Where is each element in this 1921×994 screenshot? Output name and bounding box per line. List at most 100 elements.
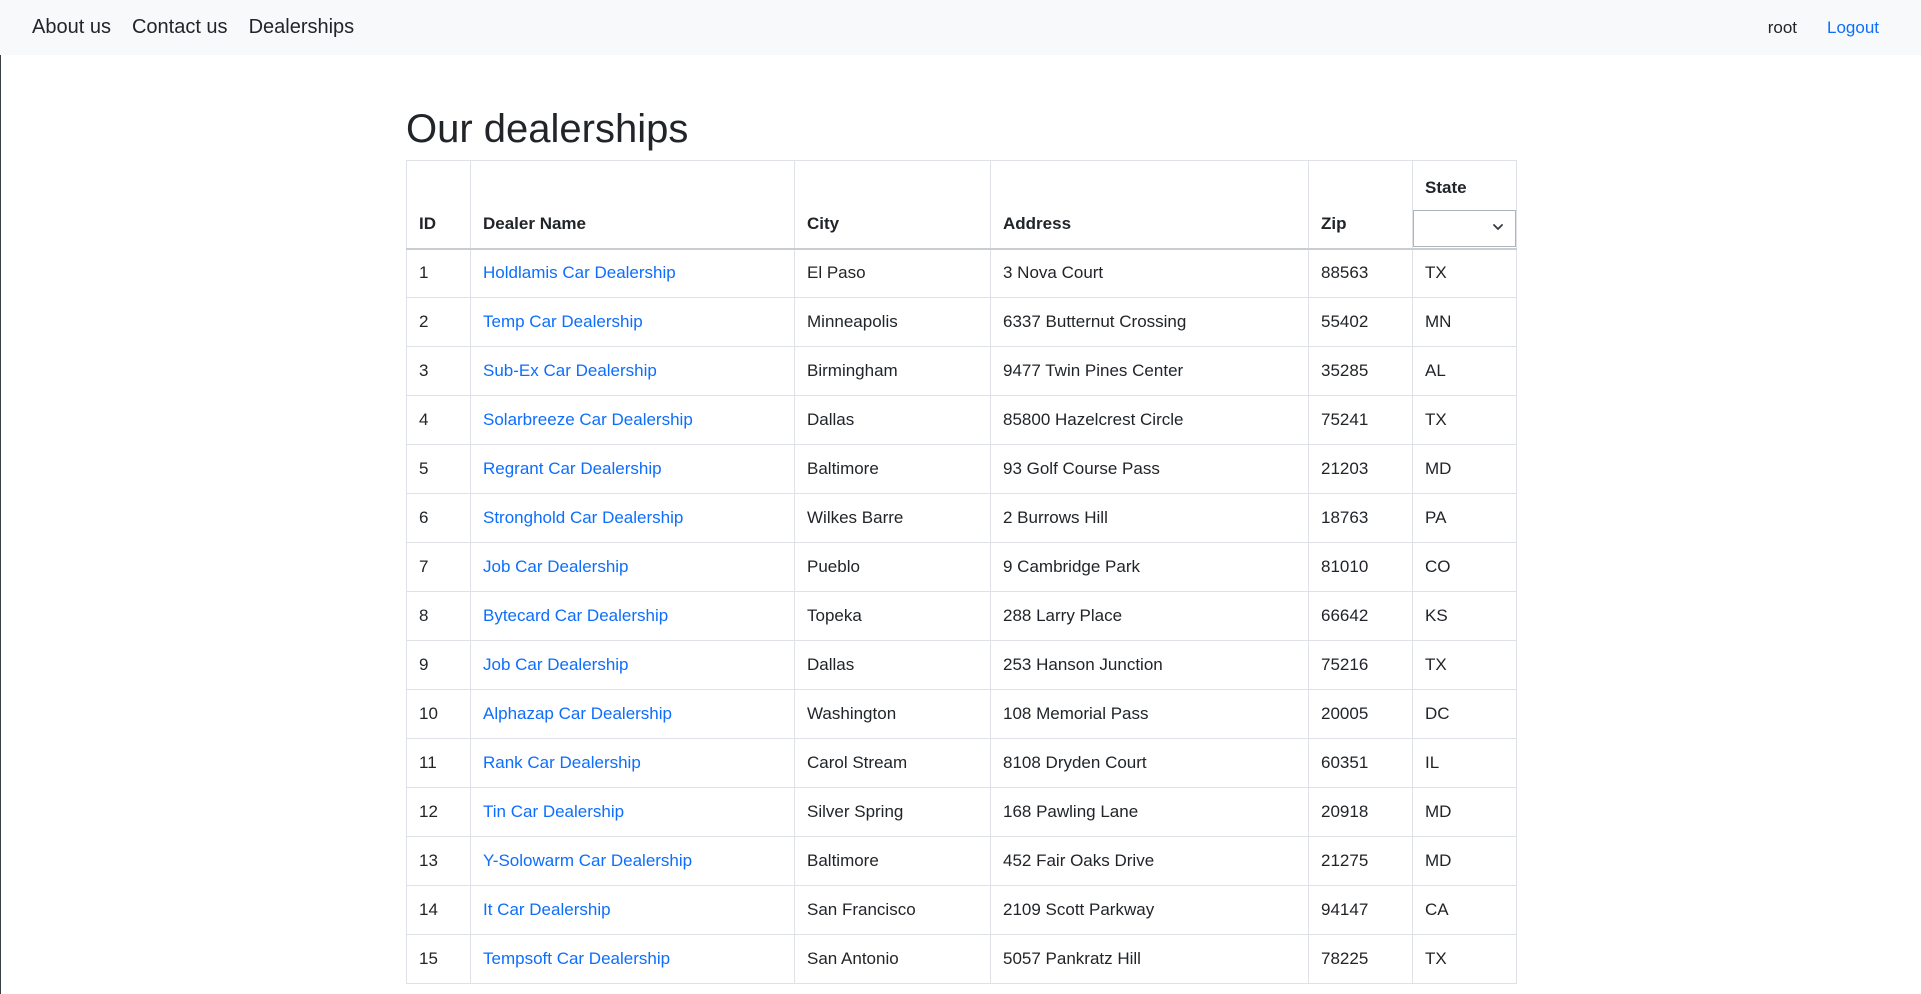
cell-zip: 60351: [1308, 738, 1413, 788]
dealer-name-link[interactable]: Regrant Car Dealership: [483, 459, 662, 478]
table-row: 4 Solarbreeze Car Dealership Dallas 85800 H…: [406, 395, 1517, 445]
dealer-name-link[interactable]: It Car Dealership: [483, 900, 611, 919]
cell-state: IL: [1412, 738, 1517, 788]
cell-city: Dallas: [794, 395, 991, 445]
table-row: 3 Sub-Ex Car Dealership Birmingham 9477 Twi…: [406, 346, 1517, 396]
dealer-name-link[interactable]: Job Car Dealership: [483, 655, 629, 674]
logout-link[interactable]: Logout: [1827, 18, 1879, 38]
table-row: 1 Holdlamis Car Dealership El Paso 3 Nova C…: [406, 248, 1517, 298]
table-row: 5 Regrant Car Dealership Baltimore 93 Golf …: [406, 444, 1517, 494]
cell-dealer-name: Bytecard Car Dealership: [470, 591, 795, 641]
cell-address: 8108 Dryden Court: [990, 738, 1309, 788]
cell-address: 2 Burrows Hill: [990, 493, 1309, 543]
dealer-name-link[interactable]: Tempsoft Car Dealership: [483, 949, 670, 968]
cell-state: TX: [1412, 248, 1517, 298]
dealer-name-link[interactable]: Alphazap Car Dealership: [483, 704, 672, 723]
username-label: root: [1767, 17, 1797, 37]
cell-id: 2: [406, 297, 471, 347]
cell-address: 253 Hanson Junction: [990, 640, 1309, 690]
table-row: 15 Tempsoft Car Dealership San Antonio 5057…: [406, 934, 1517, 984]
cell-id: 3: [406, 346, 471, 396]
dealer-name-link[interactable]: Rank Car Dealership: [483, 753, 641, 772]
cell-state: MD: [1412, 444, 1517, 494]
dealer-name-link[interactable]: Temp Car Dealership: [483, 312, 643, 331]
cell-id: 5: [406, 444, 471, 494]
nav-contact-us-link[interactable]: Contact us: [132, 16, 228, 39]
cell-address: 9477 Twin Pines Center: [990, 346, 1309, 396]
cell-dealer-name: Solarbreeze Car Dealership: [470, 395, 795, 445]
cell-id: 11: [406, 738, 471, 788]
cell-address: 2109 Scott Parkway: [990, 885, 1309, 935]
nav-about-us-link[interactable]: About us: [32, 16, 111, 39]
cell-dealer-name: Temp Car Dealership: [470, 297, 795, 347]
cell-address: 3 Nova Court: [990, 248, 1309, 298]
cell-city: Minneapolis: [794, 297, 991, 347]
cell-id: 6: [406, 493, 471, 543]
dealer-name-link[interactable]: Tin Car Dealership: [483, 802, 624, 821]
cell-zip: 20918: [1308, 787, 1413, 837]
cell-id: 15: [406, 934, 471, 984]
cell-dealer-name: Alphazap Car Dealership: [470, 689, 795, 739]
dealer-name-link[interactable]: Solarbreeze Car Dealership: [483, 410, 693, 429]
cell-zip: 75216: [1308, 640, 1413, 690]
cell-dealer-name: Tin Car Dealership: [470, 787, 795, 837]
cell-zip: 21275: [1308, 836, 1413, 886]
dealerships-table: ID Dealer Name City Address Zip State 1H…: [406, 160, 1517, 984]
dealer-name-link[interactable]: Bytecard Car Dealership: [483, 606, 668, 625]
cell-address: 6337 Butternut Crossing: [990, 297, 1309, 347]
column-header-city: City: [794, 160, 991, 250]
cell-city: Birmingham: [794, 346, 991, 396]
cell-id: 4: [406, 395, 471, 445]
page-title: Our dealerships: [406, 107, 689, 151]
cell-id: 10: [406, 689, 471, 739]
cell-state: CA: [1412, 885, 1517, 935]
cell-state: TX: [1412, 934, 1517, 984]
column-header-address: Address: [990, 160, 1309, 250]
state-filter-select[interactable]: [1413, 210, 1516, 247]
table-row: 10 Alphazap Car Dealership Washington 108 M…: [406, 689, 1517, 739]
table-row: 8 Bytecard Car Dealership Topeka 288 Larry …: [406, 591, 1517, 641]
dealer-name-link[interactable]: Y-Solowarm Car Dealership: [483, 851, 692, 870]
column-header-dealer-name: Dealer Name: [470, 160, 795, 250]
dealer-name-link[interactable]: Holdlamis Car Dealership: [483, 263, 676, 282]
cell-dealer-name: Rank Car Dealership: [470, 738, 795, 788]
dealer-name-link[interactable]: Stronghold Car Dealership: [483, 508, 683, 527]
cell-zip: 35285: [1308, 346, 1413, 396]
cell-state: TX: [1412, 640, 1517, 690]
table-row: 7 Job Car Dealership Pueblo 9 Cambridge Par…: [406, 542, 1517, 592]
cell-address: 93 Golf Course Pass: [990, 444, 1309, 494]
cell-zip: 21203: [1308, 444, 1413, 494]
cell-city: Baltimore: [794, 836, 991, 886]
cell-city: Carol Stream: [794, 738, 991, 788]
cell-state: PA: [1412, 493, 1517, 543]
table-row: 14 It Car Dealership San Francisco 2109 Sco…: [406, 885, 1517, 935]
cell-zip: 88563: [1308, 248, 1413, 298]
cell-city: El Paso: [794, 248, 991, 298]
cell-address: 452 Fair Oaks Drive: [990, 836, 1309, 886]
window-left-edge: [0, 0, 1, 994]
column-header-state: State: [1412, 160, 1517, 250]
dealer-name-link[interactable]: Job Car Dealership: [483, 557, 629, 576]
nav-user-area: root Logout: [1768, 0, 1879, 55]
cell-state: KS: [1412, 591, 1517, 641]
cell-state: DC: [1412, 689, 1517, 739]
cell-address: 168 Pawling Lane: [990, 787, 1309, 837]
chevron-down-icon: [1493, 224, 1503, 230]
dealer-name-link[interactable]: Sub-Ex Car Dealership: [483, 361, 657, 380]
cell-city: Silver Spring: [794, 787, 991, 837]
cell-city: Washington: [794, 689, 991, 739]
column-header-zip: Zip: [1308, 160, 1413, 250]
cell-address: 288 Larry Place: [990, 591, 1309, 641]
table-row: 2 Temp Car Dealership Minneapolis 6337 Butt…: [406, 297, 1517, 347]
cell-dealer-name: Job Car Dealership: [470, 542, 795, 592]
cell-city: Topeka: [794, 591, 991, 641]
column-header-id: ID: [406, 160, 471, 250]
cell-zip: 18763: [1308, 493, 1413, 543]
top-navbar: About us Contact us Dealerships root Log…: [0, 0, 1921, 55]
nav-dealerships-link[interactable]: Dealerships: [249, 16, 355, 39]
cell-city: Wilkes Barre: [794, 493, 991, 543]
cell-id: 14: [406, 885, 471, 935]
cell-zip: 94147: [1308, 885, 1413, 935]
cell-id: 8: [406, 591, 471, 641]
cell-city: Baltimore: [794, 444, 991, 494]
